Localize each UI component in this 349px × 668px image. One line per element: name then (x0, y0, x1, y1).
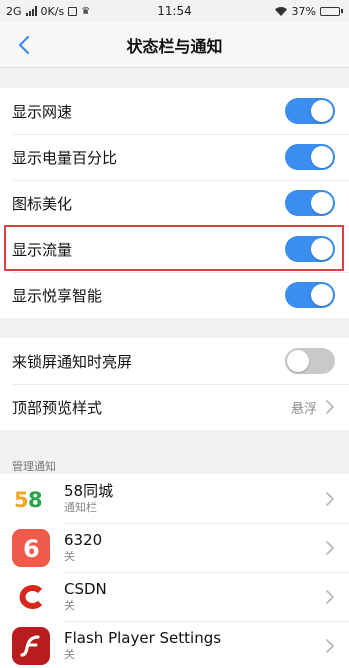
app-name: CSDN (64, 580, 107, 598)
app-text: CSDN 关 (64, 580, 325, 613)
setting-row-show-speed: 显示网速 (0, 88, 349, 134)
chevron-left-icon (18, 35, 30, 55)
app-status: 关 (64, 599, 75, 612)
app-name: Flash Player Settings (64, 629, 222, 647)
chevron-right-icon (326, 491, 334, 506)
58-logo-icon: 5 8 (12, 479, 50, 518)
network-speed: 0K/s (40, 4, 65, 18)
show-speed-toggle[interactable] (285, 98, 335, 124)
app-row-flash[interactable]: Flash Player Settings 关 (0, 621, 349, 668)
6320-logo-icon: 6 (12, 528, 50, 567)
app-text: 6320 关 (64, 531, 325, 564)
chevron-right-icon (326, 589, 334, 604)
show-data-usage-toggle[interactable] (285, 236, 335, 262)
svg-text:6: 6 (23, 535, 40, 563)
setting-label: 图标美化 (12, 194, 73, 213)
svg-text:8: 8 (28, 488, 43, 510)
svg-text:5: 5 (14, 488, 29, 510)
status-left: 2G 0K/s ♛ (6, 5, 90, 18)
setting-label: 来锁屏通知时亮屏 (12, 352, 133, 371)
nav-bar: 状态栏与通知 (0, 22, 349, 68)
app-notification-list: 5 8 58同城 通知栏 6 6320 关 CSDN 关 Flash Playe… (0, 474, 349, 668)
setting-row-icon-beautify: 图标美化 (0, 180, 349, 226)
app-status: 通知栏 (64, 501, 97, 514)
chevron-right-icon (326, 638, 334, 653)
status-bar: 2G 0K/s ♛ 11:54 37% (0, 0, 349, 22)
setting-row-battery-percent: 显示电量百分比 (0, 134, 349, 180)
chevron-right-icon (326, 540, 334, 555)
preview-style-value-wrap: 悬浮 (291, 398, 335, 417)
lockscreen-group: 来锁屏通知时亮屏 顶部预览样式 悬浮 (0, 338, 349, 430)
battery-percent-toggle[interactable] (285, 144, 335, 170)
app-row-csdn[interactable]: CSDN 关 (0, 572, 349, 621)
flash-player-icon (12, 626, 50, 665)
csdn-logo-icon (12, 577, 50, 616)
network-type: 2G (6, 4, 22, 18)
back-button[interactable] (12, 32, 36, 58)
app-text: 58同城 通知栏 (64, 482, 325, 515)
display-settings-group: 显示网速 显示电量百分比 图标美化 显示流量 显示悦享智能 (0, 88, 349, 318)
setting-label: 显示流量 (12, 240, 73, 259)
crown-icon: ♛ (81, 5, 91, 17)
setting-row-preview-style[interactable]: 顶部预览样式 悬浮 (0, 384, 349, 430)
lockscreen-wake-toggle[interactable] (285, 348, 335, 374)
app-status: 关 (64, 648, 75, 661)
manage-notifications-header: 管理通知 (12, 460, 56, 473)
setting-label: 显示悦享智能 (12, 286, 103, 305)
battery-percent: 37% (291, 4, 316, 18)
app-status: 关 (64, 550, 75, 563)
app-text: Flash Player Settings 关 (64, 629, 325, 662)
setting-row-show-data-usage: 显示流量 (0, 226, 349, 272)
app-row-58[interactable]: 5 8 58同城 通知栏 (0, 474, 349, 523)
setting-label: 顶部预览样式 (12, 398, 103, 417)
app-name: 58同城 (64, 482, 114, 500)
wifi-icon (274, 6, 287, 16)
app-name: 6320 (64, 531, 103, 549)
app-row-6320[interactable]: 6 6320 关 (0, 523, 349, 572)
battery-icon (320, 6, 343, 16)
sim-icon (68, 6, 78, 16)
status-right: 37% (274, 5, 343, 18)
setting-label: 显示电量百分比 (12, 148, 118, 167)
chevron-right-icon (326, 400, 334, 414)
setting-row-lockscreen-wake: 来锁屏通知时亮屏 (0, 338, 349, 384)
setting-row-smart: 显示悦享智能 (0, 272, 349, 318)
preview-style-value: 悬浮 (290, 401, 317, 417)
page-title: 状态栏与通知 (126, 36, 223, 56)
icon-beautify-toggle[interactable] (285, 190, 335, 216)
signal-icon (25, 6, 37, 16)
setting-label: 显示网速 (12, 102, 73, 121)
smart-toggle[interactable] (285, 282, 335, 308)
